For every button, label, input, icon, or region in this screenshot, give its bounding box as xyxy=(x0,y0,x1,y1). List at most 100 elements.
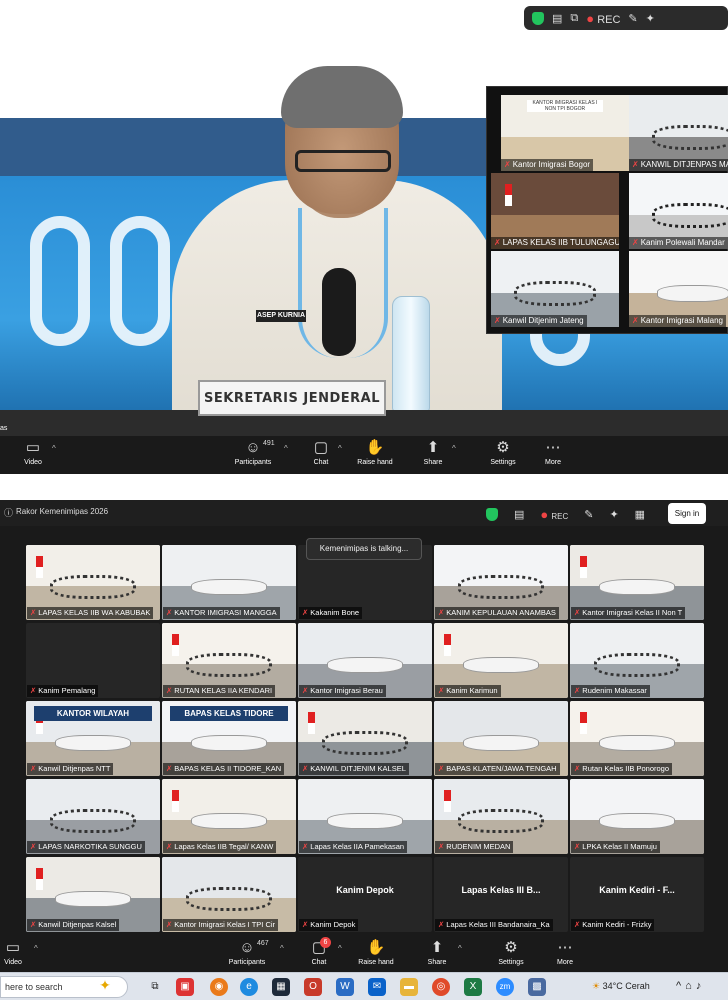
chat-button[interactable]: ▢ Chat xyxy=(310,438,332,468)
tile-table xyxy=(599,578,675,596)
mic-off-icon: ✗ xyxy=(438,842,445,851)
gallery-tile[interactable]: BAPAS KELAS TIDORE ✗ BAPAS KELAS II TIDORE… xyxy=(162,701,296,776)
share-button[interactable]: ⬆ Share xyxy=(422,438,444,468)
mic-off-icon: ✗ xyxy=(494,316,501,325)
participants-options-chevron-icon[interactable]: ^ xyxy=(280,944,284,953)
firefox-icon[interactable]: ◉ xyxy=(210,978,228,996)
annotate-icon[interactable]: ✎ xyxy=(584,508,593,521)
gallery-tile[interactable]: Lapas Kelas III B... ✗ Lapas Kelas III Ban… xyxy=(434,857,568,932)
store-icon[interactable]: ▦ xyxy=(272,978,290,996)
mini-gallery-tile[interactable]: ✗LAPAS KELAS IIB TULUNGAGUNG xyxy=(491,173,619,249)
mic-off-icon: ✗ xyxy=(438,764,445,773)
copilot-sparkle-icon[interactable]: ✦ xyxy=(96,976,114,994)
ai-companion-icon[interactable]: ✦ xyxy=(609,508,618,521)
gallery-tile[interactable]: Kanim Kediri - F... ✗ Kanim Kediri - Frizk… xyxy=(570,857,704,932)
weather-widget[interactable]: ☀ 34°C Cerah xyxy=(592,981,650,992)
sign-in-button[interactable]: Sign in xyxy=(668,503,706,524)
gallery-tile-label: ✗ Kantor Imigrasi Berau xyxy=(299,685,386,697)
network-icon[interactable]: ⌂ xyxy=(685,980,696,992)
gallery-tile[interactable]: ✗ Lapas Kelas IIA Pamekasan xyxy=(298,779,432,854)
mini-gallery-tile[interactable]: ✗ Kantor Imigrasi Malang xyxy=(629,251,728,327)
tray-chevron-icon[interactable]: ^ xyxy=(676,980,685,992)
mic-off-icon: ✗ xyxy=(302,764,309,773)
chat-options-chevron-icon[interactable]: ^ xyxy=(338,944,342,953)
share-options-chevron-icon[interactable]: ^ xyxy=(452,444,456,453)
gallery-tile[interactable]: KANTOR WILAYAH ✗ Kanwil Ditjenpas NTT xyxy=(26,701,160,776)
more-button[interactable]: ⋯ More xyxy=(542,438,564,468)
gallery-tile[interactable]: ✗ Rutan Kelas IIB Ponorogo xyxy=(570,701,704,776)
video-options-chevron-icon[interactable]: ^ xyxy=(52,444,56,453)
gallery-tile[interactable]: ✗ KANTOR IMIGRASI MANGGA xyxy=(162,545,296,620)
tile-label-text: RUTAN KELAS IIA KENDARI xyxy=(174,686,273,695)
gallery-tile[interactable]: ✗ LAPAS KELAS IIB WA KABUBAK xyxy=(26,545,160,620)
excel-icon[interactable]: X xyxy=(464,978,482,996)
ai-companion-icon[interactable]: ✦ xyxy=(646,12,655,25)
apps-grid-icon[interactable]: ▦ xyxy=(635,508,645,521)
mini-gallery-tile[interactable]: ✗ Kanwil Ditjenim Jateng xyxy=(491,251,619,327)
gallery-tile[interactable]: ✗ Kantor Imigrasi Berau xyxy=(298,623,432,698)
gallery-tile[interactable]: ✗ Lapas Kelas IIB Tegal/ KANW xyxy=(162,779,296,854)
mini-gallery-tile[interactable]: KANTOR IMIGRASI KELAS I NON TPI BOGOR ✗ K… xyxy=(501,95,629,171)
edge-icon[interactable]: e xyxy=(240,978,258,996)
more-button[interactable]: ⋯ More xyxy=(554,938,576,968)
mic-off-icon: ✗ xyxy=(574,608,581,617)
settings-button[interactable]: ⚙ Settings xyxy=(496,938,526,968)
captions-icon[interactable]: ⧉ xyxy=(570,12,578,25)
tile-table xyxy=(191,578,267,596)
chat-options-chevron-icon[interactable]: ^ xyxy=(338,444,342,453)
video-camera-icon: ▭ xyxy=(25,439,41,456)
mail-icon[interactable]: ✉ xyxy=(368,978,386,996)
gallery-tile[interactable]: ✗ LPKA Kelas II Mamuju xyxy=(570,779,704,854)
gallery-tile-label: ✗ KANTOR IMIGRASI MANGGA xyxy=(163,607,280,619)
gallery-tile[interactable]: ✗ Kantor Imigrasi Kelas II Non T xyxy=(570,545,704,620)
raise-hand-button[interactable]: ✋ Raise hand xyxy=(357,938,395,968)
gallery-tile[interactable]: Kanim Depok ✗ Kanim Depok xyxy=(298,857,432,932)
notes-icon[interactable]: ▤ xyxy=(552,12,562,25)
tile-label-text: KANIM KEPULAUAN ANAMBAS xyxy=(446,608,556,617)
gallery-tile[interactable]: ✗ LAPAS NARKOTIKA SUNGGU xyxy=(26,779,160,854)
chrome-icon[interactable]: ◎ xyxy=(432,978,450,996)
share-button[interactable]: ⬆ Share xyxy=(426,938,448,968)
tile-table xyxy=(55,890,131,908)
tile-label-text: BAPAS KELAS II TIDORE_KAN xyxy=(174,764,282,773)
gallery-tile[interactable]: ✗ RUDENIM MEDAN xyxy=(434,779,568,854)
participants-options-chevron-icon[interactable]: ^ xyxy=(284,444,288,453)
settings-button[interactable]: ⚙ Settings xyxy=(488,438,518,468)
gallery-tile[interactable]: ✗ KANIM KEPULAUAN ANAMBAS xyxy=(434,545,568,620)
mini-gallery-tile[interactable]: ✗ Kanim Polewali Mandar xyxy=(629,173,728,249)
share-options-chevron-icon[interactable]: ^ xyxy=(458,944,462,953)
record-button[interactable]: ● REC xyxy=(540,507,568,522)
mini-tile-label: ✗ Kantor Imigrasi Bogor xyxy=(501,159,594,171)
gallery-tile[interactable]: ✗ BAPAS KLATEN/JAWA TENGAH xyxy=(434,701,568,776)
tile-label-text: LPKA Kelas II Mamuju xyxy=(582,842,657,851)
raise-hand-button[interactable]: ✋ Raise hand xyxy=(356,438,394,468)
record-icon: ● xyxy=(540,506,549,522)
video-options-chevron-icon[interactable]: ^ xyxy=(34,944,38,953)
gallery-tile[interactable]: ✗ RUTAN KELAS IIA KENDARI xyxy=(162,623,296,698)
file-explorer-icon[interactable]: ▬ xyxy=(400,978,418,996)
task-view-icon[interactable]: ⧉ xyxy=(146,978,164,996)
security-shield-icon[interactable] xyxy=(532,11,544,25)
meeting-info-icon[interactable]: ⓘ xyxy=(4,506,13,519)
gallery-app-icon[interactable]: ▩ xyxy=(528,978,546,996)
mic-off-icon: ✗ xyxy=(302,842,309,851)
zoom-app-icon[interactable]: zm xyxy=(496,978,514,996)
office-icon[interactable]: O xyxy=(304,978,322,996)
annotate-icon[interactable]: ✎ xyxy=(628,12,637,25)
gallery-tile[interactable]: ✗ KANWIL DITJENIM KALSEL xyxy=(298,701,432,776)
volume-icon[interactable]: ♪ xyxy=(696,980,706,992)
record-button[interactable]: ● REC xyxy=(586,11,620,26)
video-button[interactable]: ▭ Video xyxy=(2,938,24,968)
security-shield-icon[interactable] xyxy=(486,507,498,521)
gallery-tile[interactable]: ✗ Rudenim Makassar xyxy=(570,623,704,698)
gallery-tile[interactable]: ✗ Kanim Pemalang xyxy=(26,623,160,698)
mini-gallery-tile[interactable]: ✗ KANWIL DITJENPAS MA xyxy=(629,95,728,171)
gallery-tile[interactable]: ✗ Kanim Karimun xyxy=(434,623,568,698)
speaker-name-badge: ASEP KURNIA xyxy=(256,310,306,322)
word-icon[interactable]: W xyxy=(336,978,354,996)
gift-app-icon[interactable]: ▣ xyxy=(176,978,194,996)
notes-icon[interactable]: ▤ xyxy=(514,508,524,521)
video-button[interactable]: ▭ Video xyxy=(22,438,44,468)
gallery-tile[interactable]: ✗ Kanwil Ditjenpas Kalsel xyxy=(26,857,160,932)
gallery-tile[interactable]: ✗ Kantor Imigrasi Kelas I TPI Cir xyxy=(162,857,296,932)
